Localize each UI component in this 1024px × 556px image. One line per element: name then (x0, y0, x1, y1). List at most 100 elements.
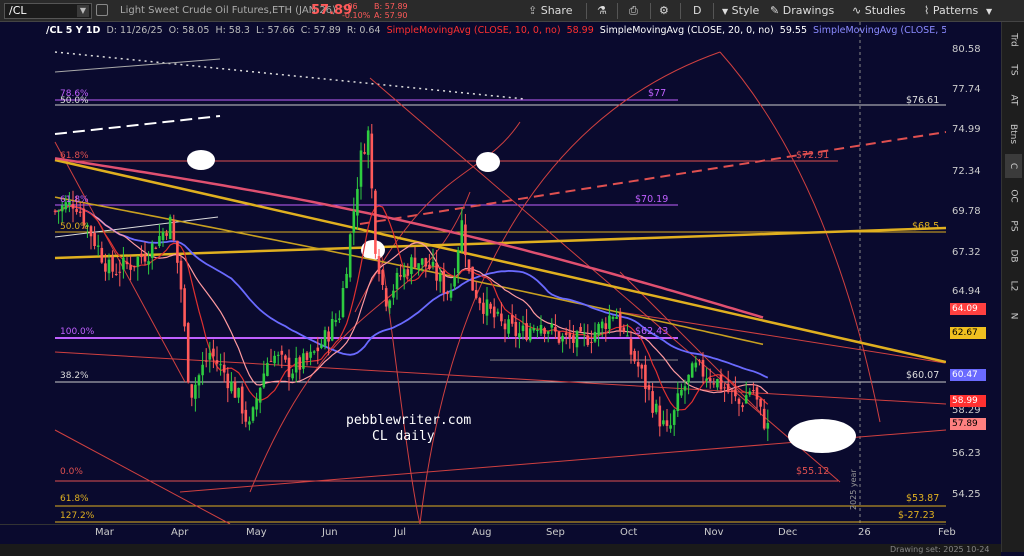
candle-body (104, 263, 107, 272)
candle-body (489, 303, 492, 309)
trading-app: /CL ▼ Light Sweet Crude Oil Futures,ETH … (0, 0, 1024, 556)
time-tick: Aug (472, 527, 492, 538)
level-label-5387: $53.87 (906, 493, 939, 504)
rail-tab-btns[interactable]: Btns (1005, 122, 1022, 146)
candle-body (658, 405, 662, 427)
rail-tab-oc[interactable]: OC (1005, 184, 1022, 208)
sma10-value: 58.99 (566, 25, 594, 36)
info-icon[interactable] (96, 4, 108, 16)
candle-body (604, 323, 608, 330)
candle-body (608, 315, 611, 329)
candle-body (755, 387, 759, 400)
patterns-icon: ⌇ (924, 4, 930, 17)
time-tick: Apr (171, 527, 189, 538)
candle-body (575, 331, 579, 348)
candle-body (564, 332, 568, 335)
rail-tab-trd[interactable]: Trd (1005, 28, 1022, 52)
rail-tab-n[interactable]: N (1005, 304, 1022, 328)
candle-body (752, 389, 755, 392)
symbol-input[interactable]: /CL ▼ (4, 3, 92, 19)
print-button[interactable]: ⎙ (629, 3, 638, 19)
candle-body (651, 391, 654, 413)
more-button[interactable]: ▼ (986, 3, 992, 19)
style-button[interactable]: ▼ Style (722, 3, 759, 19)
fib-label-00: 0.0% (60, 467, 83, 477)
patterns-button[interactable]: ⌇ Patterns (924, 3, 978, 19)
candle-body (107, 259, 111, 274)
candle-body (676, 393, 680, 412)
fib-label-618-upper: 61.8% (60, 151, 89, 161)
rail-tab-l2[interactable]: L2 (1005, 274, 1022, 298)
candle-body (672, 410, 676, 425)
candle-body (460, 220, 464, 252)
time-axis[interactable]: Mar Apr May Jun Jul Aug Sep Oct Nov Dec … (0, 524, 956, 544)
candle-body (435, 262, 438, 281)
aggregation-button[interactable]: D (693, 3, 701, 19)
candle-body (442, 270, 446, 294)
candle-body (744, 395, 748, 404)
candle-body (194, 384, 197, 399)
fib-label-500b: 50.0% (60, 222, 89, 232)
time-tick: Sep (546, 527, 565, 538)
studies-button[interactable]: ∿ Studies (852, 3, 906, 19)
candle-body (654, 403, 658, 413)
chevron-down-icon[interactable]: ▼ (77, 5, 89, 17)
candle-body (716, 379, 719, 388)
candle-body (312, 351, 316, 353)
candle-body (766, 423, 770, 429)
rail-tab-at[interactable]: AT (1005, 88, 1022, 112)
marker-ellipse (476, 152, 500, 172)
candle-body (640, 364, 644, 369)
candle-body (485, 299, 489, 316)
candle-body (334, 320, 338, 323)
sma20-label[interactable]: SimpleMovingAvg (CLOSE, 20, 0, no) (600, 25, 774, 36)
candle-body (154, 247, 158, 249)
candle-body (89, 226, 93, 237)
rail-tab-ts[interactable]: TS (1005, 58, 1022, 82)
candle-body (496, 311, 500, 314)
low-value: L: 57.66 (256, 25, 295, 36)
candle-body (53, 210, 57, 212)
candle-body (683, 386, 687, 391)
candle-body (212, 348, 215, 357)
candle-body (226, 373, 230, 389)
candle-body (262, 373, 266, 388)
candle-body (190, 384, 194, 398)
candle-body (712, 383, 716, 385)
chevron-down-icon: ▼ (722, 7, 729, 16)
drawings-button[interactable]: ✎ Drawings (770, 3, 834, 19)
level-label-685: $68.5 (912, 221, 939, 232)
price-tick: 54.25 (952, 489, 981, 500)
candle-body (327, 331, 330, 342)
candle-body (284, 355, 287, 360)
candle-body (543, 327, 546, 334)
target-ellipse (788, 419, 856, 453)
rail-tab-c[interactable]: C (1005, 154, 1022, 178)
sma10-label[interactable]: SimpleMovingAvg (CLOSE, 10, 0, no) (387, 25, 561, 36)
price-chart[interactable]: 78.6% 50.0% 61.8% 61.8% 50.0% 100.0% 38.… (0, 22, 946, 524)
candle-body (388, 300, 392, 309)
candle-body (726, 383, 730, 393)
net-change: -.06 -0.10% (342, 2, 370, 20)
candle-body (165, 233, 168, 236)
candle-body (201, 364, 204, 376)
candle-body (338, 318, 341, 320)
level-label-6007: $60.07 (906, 370, 939, 381)
settings-button[interactable]: ⚙ (659, 3, 669, 19)
candle-body (132, 265, 136, 267)
candle-body (320, 344, 323, 348)
candle-body (370, 133, 374, 189)
candle-body (579, 326, 582, 332)
price-axis[interactable]: 80.58 77.74 74.99 72.34 69.78 67.32 64.9… (946, 22, 1001, 524)
candle-body (363, 152, 366, 154)
flask-button[interactable]: ⚗ (597, 3, 607, 19)
rail-tab-ps[interactable]: PS (1005, 214, 1022, 238)
rail-tab-db[interactable]: DB (1005, 244, 1022, 268)
share-button[interactable]: ⇪ Share (528, 3, 572, 19)
candle-body (399, 275, 402, 277)
candle-body (384, 288, 388, 307)
candle-body (60, 205, 64, 212)
status-bar: Drawing set: 2025 10-24 (0, 544, 1001, 556)
candle-body (622, 327, 626, 332)
candle-body (734, 389, 737, 397)
